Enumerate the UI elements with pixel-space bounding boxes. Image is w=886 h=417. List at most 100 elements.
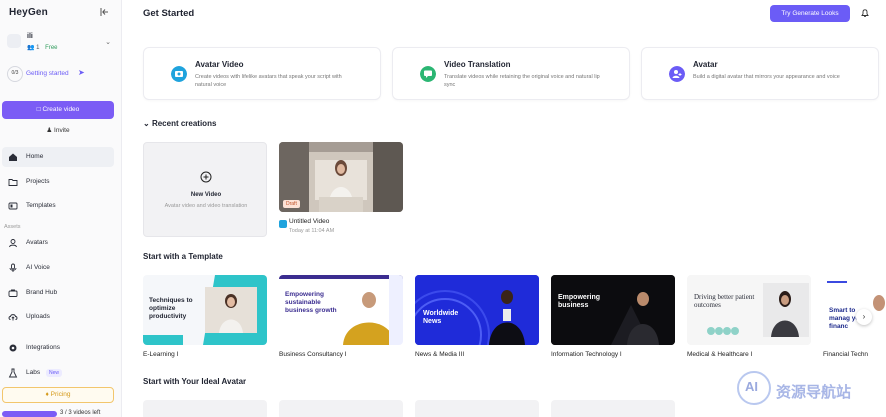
template-card-financial-technology[interactable]: Smart to manag your financ <box>823 275 886 345</box>
workspace-avatar <box>7 34 21 48</box>
template-card-medical-healthcare[interactable]: Driving better patient outcomes <box>687 275 811 345</box>
sidebar-item-brand-hub[interactable]: Brand Hub <box>2 283 114 303</box>
sidebar-item-uploads[interactable]: Uploads <box>2 307 114 327</box>
workspace-meta: 👥 1 Free <box>27 44 58 51</box>
plan-badge: Free <box>45 45 58 51</box>
avatar-video-card[interactable]: Avatar Video Create videos with lifelike… <box>143 47 381 100</box>
feature-description: Translate videos while retaining the ori… <box>444 74 600 88</box>
watermark-text: 资源导航站 <box>776 384 852 401</box>
chevron-down-icon: ⌄ <box>105 39 111 46</box>
feature-title: Avatar Video <box>195 60 244 69</box>
chevron-right-icon: › <box>862 312 866 321</box>
logo[interactable]: HeyGen <box>9 7 48 18</box>
new-file-icon: □ <box>36 106 41 113</box>
feature-description: Build a digital avatar that mirrors your… <box>693 74 840 80</box>
template-headline: Empowering sustainable business growth <box>285 291 337 314</box>
template-label[interactable]: Financial Techn <box>823 351 868 358</box>
template-section-title: Start with a Template <box>143 252 223 261</box>
try-generate-looks-button[interactable]: Try Generate Looks <box>770 5 850 22</box>
new-video-subtitle: Avatar video and video translation <box>164 203 248 209</box>
avatar-section-title: Start with Your Ideal Avatar <box>143 377 247 386</box>
avatar-icon <box>669 66 685 82</box>
recent-creations-heading[interactable]: ⌄ Recent creations <box>143 119 216 128</box>
template-label[interactable]: E-Learning I <box>143 351 178 358</box>
getting-started[interactable]: 0/3 Getting started ➤ <box>5 64 117 84</box>
members-count: 1 <box>36 45 40 51</box>
template-card-business-consultancy[interactable]: Empowering sustainable business growth <box>279 275 403 345</box>
flask-icon <box>8 368 18 378</box>
template-headline: Driving better patient outcomes <box>694 293 755 309</box>
template-label[interactable]: Business Consultancy I <box>279 351 347 358</box>
folder-icon <box>8 179 18 186</box>
translate-icon <box>420 66 436 82</box>
template-headline: Techniques to optimize productivity <box>149 297 193 320</box>
integrations-icon <box>9 344 17 352</box>
template-label[interactable]: Information Technology I <box>551 351 622 358</box>
progress-ring: 0/3 <box>7 66 23 82</box>
watermark-logo: AI 资源导航站 <box>734 368 886 408</box>
invite-label: Invite <box>54 127 70 134</box>
video-name[interactable]: Untitled Video <box>289 218 329 225</box>
usage-text: 3 / 3 videos left <box>60 410 101 416</box>
watermark-ai: AI <box>745 379 758 394</box>
assets-section-label: Assets <box>4 224 21 230</box>
video-type-icon <box>279 220 287 228</box>
video-timestamp: Today at 11:04 AM <box>289 228 335 234</box>
avatar-option-card[interactable] <box>143 400 267 417</box>
template-headline: Empowering business <box>558 294 601 309</box>
avatar-card[interactable]: Avatar Build a digital avatar that mirro… <box>641 47 879 100</box>
template-label[interactable]: Medical & Healthcare I <box>687 351 752 358</box>
sidebar-item-ai-voice[interactable]: AI Voice <box>2 258 114 278</box>
template-card-news-media[interactable]: Worldwide News <box>415 275 539 345</box>
sidebar-item-home[interactable]: Home <box>2 147 114 167</box>
sidebar-item-projects[interactable]: Projects <box>2 172 114 192</box>
sidebar-item-label: Uploads <box>26 313 50 320</box>
draft-badge: Draft <box>283 200 300 208</box>
create-video-label: Create video <box>42 106 80 113</box>
template-card-information-technology[interactable]: Empowering business <box>551 275 675 345</box>
pricing-button[interactable]: ♦ Pricing <box>2 387 114 403</box>
sidebar-item-labs[interactable]: Labs New <box>2 363 114 383</box>
feature-title: Avatar <box>693 60 718 69</box>
plus-circle-icon <box>200 171 212 183</box>
template-card-e-learning[interactable]: Techniques to optimize productivity <box>143 275 267 345</box>
sidebar-item-label: Home <box>26 153 44 160</box>
invite-button[interactable]: ♟ Invite <box>2 123 114 139</box>
sidebar: HeyGen ili 👥 1 Free ⌄ 0/3 Getting starte… <box>0 0 122 417</box>
video-thumbnail[interactable]: Draft <box>279 142 403 212</box>
usage-progress-bar <box>2 411 57 417</box>
bell-icon[interactable] <box>860 8 870 18</box>
rocket-icon: ➤ <box>78 68 85 77</box>
pricing-label: Pricing <box>50 391 71 398</box>
workspace-name: ili <box>27 33 33 40</box>
sidebar-item-label: Avatars <box>26 239 48 246</box>
sidebar-item-avatars[interactable]: Avatars <box>2 233 114 253</box>
sidebar-item-label: Brand Hub <box>26 289 58 296</box>
sidebar-item-label: Integrations <box>26 344 60 351</box>
chevron-down-icon: ⌄ <box>143 119 150 128</box>
page-title: Get Started <box>143 8 195 19</box>
video-translation-card[interactable]: Video Translation Translate videos while… <box>392 47 630 100</box>
collapse-sidebar-icon[interactable] <box>99 6 111 18</box>
template-headline: Worldwide News <box>423 310 459 325</box>
template-label[interactable]: News & Media III <box>415 351 464 358</box>
new-badge: New <box>46 369 63 377</box>
upload-icon <box>8 314 18 321</box>
template-thumbnail <box>551 275 675 345</box>
avatar-option-card[interactable] <box>415 400 539 417</box>
new-video-title: New Video <box>190 192 222 198</box>
sidebar-item-templates[interactable]: Templates <box>2 196 114 216</box>
avatar-option-card[interactable] <box>551 400 675 417</box>
next-templates-button[interactable]: › <box>856 309 872 325</box>
workspace-switcher[interactable]: ili 👥 1 Free ⌄ <box>5 30 117 56</box>
home-icon <box>9 153 17 161</box>
new-video-card[interactable]: New Video Avatar video and video transla… <box>143 142 267 237</box>
sidebar-item-label: AI Voice <box>26 264 50 271</box>
briefcase-icon <box>8 289 18 297</box>
create-video-button[interactable]: □ Create video <box>2 101 114 119</box>
mic-icon <box>9 263 17 272</box>
diamond-icon: ♦ <box>45 391 49 398</box>
avatar-option-card[interactable] <box>279 400 403 417</box>
template-thumbnail <box>687 275 811 345</box>
sidebar-item-integrations[interactable]: Integrations <box>2 338 114 358</box>
